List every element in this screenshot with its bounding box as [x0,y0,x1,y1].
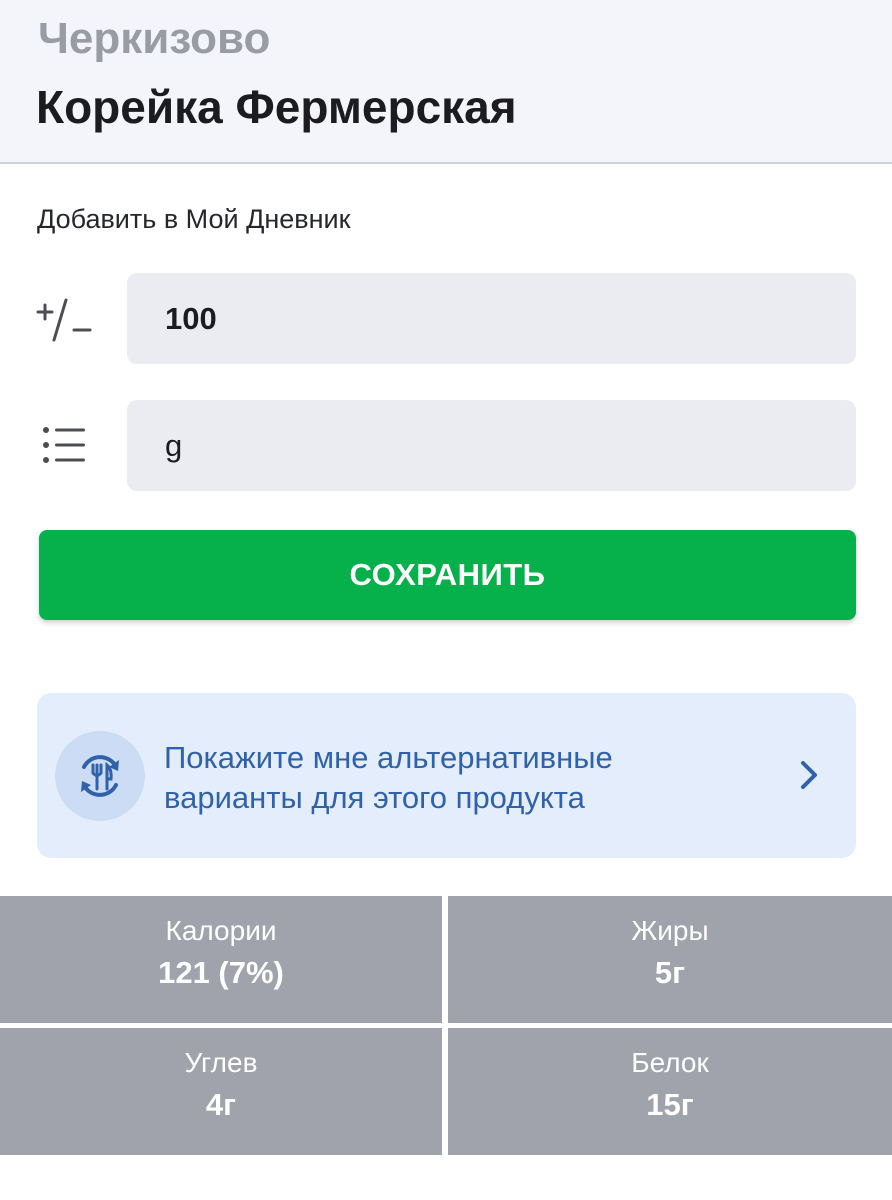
nutrition-value: 121 (7%) [158,955,284,990]
amount-input[interactable]: 100 [127,273,856,364]
nutrition-value: 4г [205,1087,237,1122]
alternatives-text: Покажите мне альтернативные варианты для… [164,740,613,815]
nutrition-fat: Жиры 5г [448,896,892,1023]
brand-name: Черкизово [38,14,271,63]
nutrition-label: Белок [631,1047,709,1078]
product-title: Корейка Фермерская [36,81,517,133]
nutrition-label: Калории [165,915,277,946]
alternatives-card[interactable]: Покажите мне альтернативные варианты для… [37,693,856,858]
unit-select[interactable]: g [127,400,856,491]
nutrition-label: Жиры [631,915,709,946]
list-icon [43,427,85,463]
swap-cutlery-icon [81,755,119,797]
nutrition-protein: Белок 15г [448,1028,892,1155]
alternatives-icon-badge [55,731,145,821]
chevron-right-icon [801,761,817,789]
nutrition-calories: Калории 121 (7%) [0,896,442,1023]
nutrition-value: 15г [646,1087,694,1122]
nutrition-carbs: Углев 4г [0,1028,442,1155]
add-to-diary-label: Добавить в Мой Дневник [37,204,351,234]
product-header: Черкизово Корейка Фермерская [0,0,892,164]
save-button[interactable]: СОХРАНИТЬ [39,530,856,620]
nutrition-value: 5г [654,955,686,990]
nutrition-label: Углев [184,1047,258,1078]
plus-minus-icon [36,298,92,342]
